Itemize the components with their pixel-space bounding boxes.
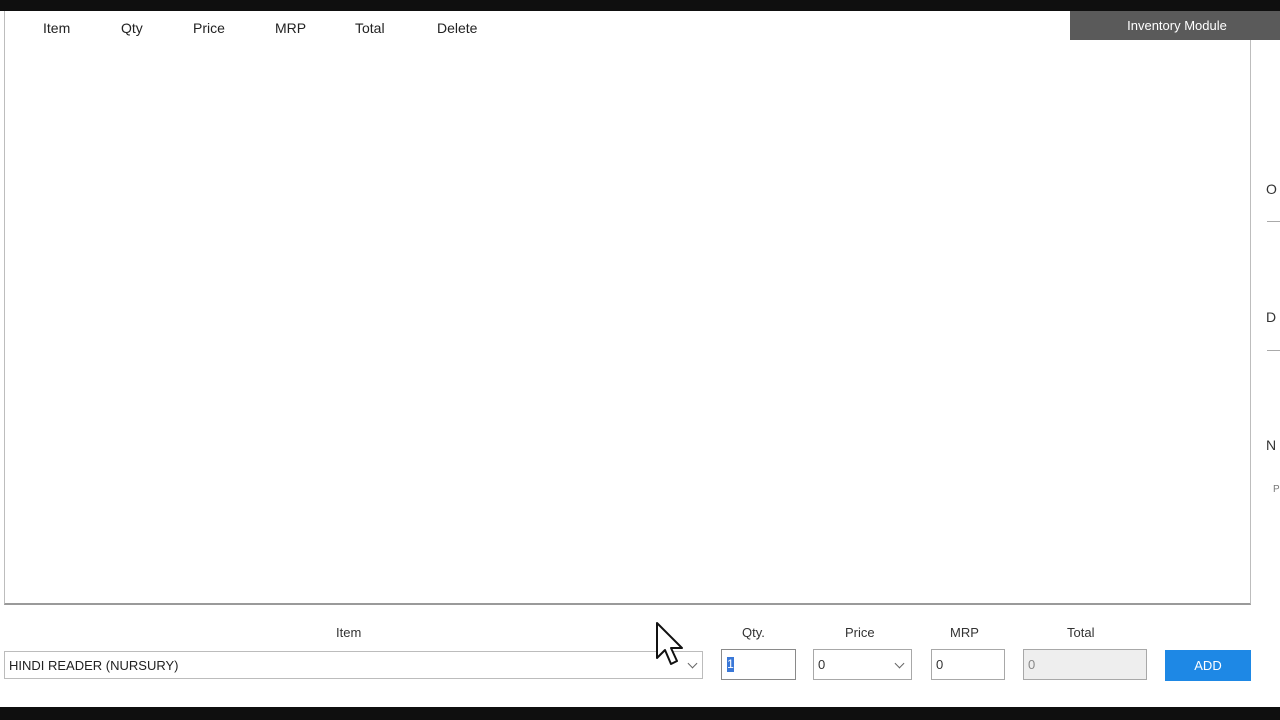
qty-input[interactable]: 1 <box>721 649 796 680</box>
top-frame-bar <box>0 0 1280 11</box>
right-panel-label-2: D <box>1266 309 1277 325</box>
column-header-mrp[interactable]: MRP <box>275 20 306 36</box>
bottom-frame-bar <box>0 707 1280 720</box>
column-header-price[interactable]: Price <box>193 20 225 36</box>
price-select[interactable]: 0 <box>813 649 912 680</box>
mrp-label: MRP <box>950 625 979 640</box>
inventory-window: Item Qty Price MRP Total Delete Inventor… <box>0 0 1280 720</box>
items-grid[interactable]: Item Qty Price MRP Total Delete <box>4 11 1251 605</box>
add-button[interactable]: ADD <box>1165 650 1251 681</box>
item-select[interactable]: HINDI READER (NURSURY) <box>4 651 703 679</box>
mouse-cursor-icon <box>656 622 683 665</box>
column-header-delete[interactable]: Delete <box>437 20 477 36</box>
chevron-down-icon[interactable] <box>687 658 698 669</box>
mrp-input-value: 0 <box>936 657 944 672</box>
right-panel-label-1: O <box>1266 181 1277 197</box>
price-label: Price <box>845 625 875 640</box>
right-side-panel: O D N P <box>1251 40 1280 610</box>
total-field-value: 0 <box>1028 657 1036 672</box>
column-header-total[interactable]: Total <box>355 20 385 36</box>
price-select-value: 0 <box>818 657 826 672</box>
total-field: 0 <box>1023 649 1147 680</box>
right-panel-label-3: N <box>1266 437 1277 453</box>
column-header-qty[interactable]: Qty <box>121 20 143 36</box>
chevron-down-icon[interactable] <box>894 658 905 669</box>
grid-header: Item Qty Price MRP Total Delete <box>5 11 605 45</box>
column-header-item[interactable]: Item <box>43 20 70 36</box>
inventory-module-label: Inventory Module <box>1070 11 1280 40</box>
right-panel-divider <box>1267 221 1280 222</box>
right-panel-small-text: P <box>1273 484 1280 495</box>
item-label: Item <box>336 625 362 640</box>
item-select-value: HINDI READER (NURSURY) <box>9 658 179 673</box>
mrp-input[interactable]: 0 <box>931 649 1005 680</box>
right-panel-divider <box>1267 350 1280 351</box>
total-label: Total <box>1067 625 1095 640</box>
qty-input-value: 1 <box>727 657 734 672</box>
qty-label: Qty. <box>742 625 765 640</box>
